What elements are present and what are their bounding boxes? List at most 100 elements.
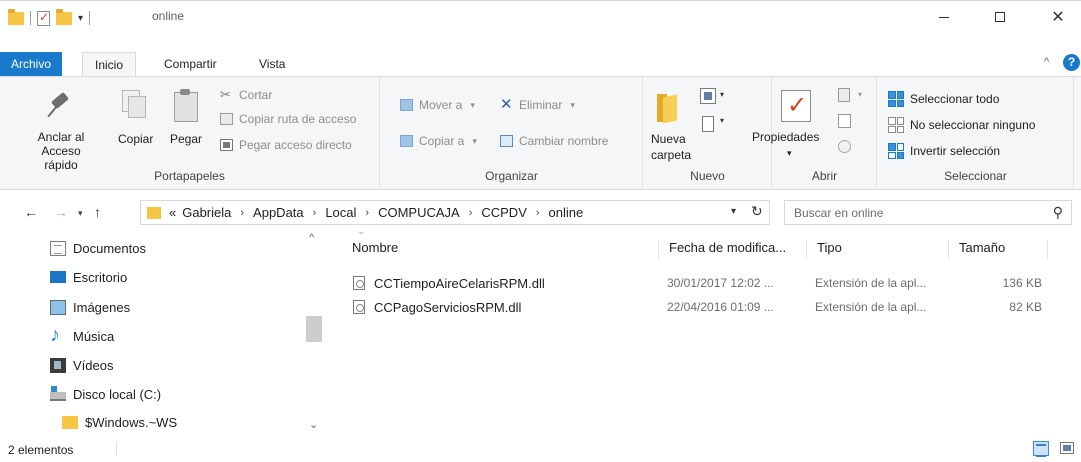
- select-none-button[interactable]: No seleccionar ninguno: [888, 116, 1035, 134]
- large-icons-view-icon[interactable]: [1060, 442, 1074, 454]
- ribbon-collapse-icon[interactable]: ^: [1044, 56, 1049, 68]
- documents-icon: [50, 240, 66, 256]
- pictures-icon: [50, 299, 66, 315]
- ribbon-tabs: Archivo Inicio Compartir Vista: [0, 52, 1081, 77]
- address-history-chevron-icon[interactable]: ▾: [731, 206, 736, 217]
- breadcrumb-item[interactable]: Gabriela: [182, 205, 231, 220]
- breadcrumb-item[interactable]: AppData: [253, 205, 304, 220]
- close-button[interactable]: ✕: [1035, 1, 1081, 33]
- edit-icon[interactable]: [838, 114, 851, 128]
- select-all-button[interactable]: Seleccionar todo: [888, 90, 999, 108]
- cut-button[interactable]: ✂ Cortar: [220, 86, 272, 104]
- scroll-up-icon[interactable]: ^: [309, 232, 314, 244]
- paste-shortcut-button[interactable]: Pegar acceso directo: [220, 136, 352, 154]
- up-arrow-icon[interactable]: ↑: [94, 204, 101, 220]
- address-bar[interactable]: « Gabriela › AppData › Local › COMPUCAJA…: [140, 200, 770, 225]
- nav-item-musica[interactable]: Música: [50, 324, 114, 348]
- search-box[interactable]: Buscar en online ⚲: [784, 200, 1072, 225]
- breadcrumb-separator[interactable]: ›: [469, 207, 473, 219]
- breadcrumb-item[interactable]: Local: [325, 205, 356, 220]
- table-row[interactable]: CCPagoServiciosRPM.dll 22/04/2016 01:09 …: [350, 297, 1050, 319]
- invert-selection-icon: [888, 143, 904, 159]
- breadcrumb-separator[interactable]: ›: [365, 207, 369, 219]
- move-to-button[interactable]: Mover a ▾: [400, 96, 475, 114]
- recent-locations-chevron-icon[interactable]: ▾: [78, 208, 83, 219]
- copy-to-icon: [400, 135, 413, 147]
- invert-selection-button[interactable]: Invertir selección: [888, 142, 1000, 160]
- file-size: 136 KB: [1002, 276, 1042, 290]
- nav-item-imagenes[interactable]: Imágenes: [50, 295, 130, 319]
- chevron-down-icon[interactable]: ▾: [858, 90, 862, 99]
- nav-pane-scrollbar[interactable]: ^ ⌄: [305, 232, 322, 436]
- paste-icon[interactable]: [172, 88, 198, 122]
- pin-quick-access-button[interactable]: Anclar al Acceso rápido: [24, 130, 98, 172]
- tab-inicio[interactable]: Inicio: [82, 52, 137, 77]
- column-header-name[interactable]: Nombre: [342, 240, 398, 260]
- invert-selection-label: Invertir selección: [910, 144, 1001, 158]
- help-icon[interactable]: ?: [1063, 54, 1080, 71]
- refresh-icon[interactable]: ↻: [751, 203, 763, 220]
- tab-vista[interactable]: Vista: [247, 52, 297, 76]
- easy-access-icon[interactable]: [702, 116, 714, 132]
- search-icon[interactable]: ⚲: [1053, 204, 1063, 221]
- nav-item-videos[interactable]: Vídeos: [50, 353, 113, 377]
- tab-archivo[interactable]: Archivo: [0, 52, 62, 76]
- group-label-nuevo: Nuevo: [690, 169, 725, 183]
- column-header-date[interactable]: Fecha de modifica...: [658, 240, 806, 260]
- copy-path-button[interactable]: Copiar ruta de acceso: [220, 110, 356, 128]
- dll-file-icon: [353, 300, 365, 314]
- new-folder-icon[interactable]: [56, 8, 72, 25]
- delete-button[interactable]: ✕ Eliminar ▾: [500, 96, 575, 114]
- nav-item-label: Disco local (C:): [73, 386, 162, 402]
- nav-item-escritorio[interactable]: Escritorio: [50, 265, 127, 289]
- breadcrumb-separator[interactable]: ›: [240, 207, 244, 219]
- minimize-button[interactable]: [921, 1, 967, 33]
- column-header-size[interactable]: Tamaño: [948, 240, 1048, 260]
- pin-label-line2: Acceso rápido: [41, 144, 81, 172]
- breadcrumb-item[interactable]: online: [549, 205, 584, 220]
- new-folder-label-line1: Nueva: [651, 132, 686, 146]
- properties-icon[interactable]: [781, 90, 811, 122]
- history-icon[interactable]: [838, 140, 851, 153]
- file-list: [340, 232, 1081, 436]
- new-folder-icon[interactable]: [657, 92, 683, 122]
- delete-icon: ✕: [500, 96, 513, 113]
- back-arrow-icon[interactable]: ←: [24, 204, 38, 220]
- nav-item-disco-local[interactable]: Disco local (C:): [50, 382, 161, 406]
- breadcrumb-item[interactable]: COMPUCAJA: [378, 205, 460, 220]
- properties-button[interactable]: Propiedades: [752, 130, 819, 144]
- maximize-button[interactable]: [977, 1, 1023, 33]
- column-header-type[interactable]: Tipo: [806, 240, 948, 260]
- rename-button[interactable]: Cambiar nombre: [500, 132, 608, 150]
- table-row[interactable]: CCTiempoAireCelarisRPM.dll 30/01/2017 12…: [350, 273, 1050, 295]
- chevron-down-icon[interactable]: ▾: [787, 148, 792, 159]
- nav-item-windows-ws[interactable]: $Windows.~WS: [62, 410, 177, 434]
- breadcrumb-separator[interactable]: ›: [536, 207, 540, 219]
- scrollbar-thumb[interactable]: [306, 316, 322, 342]
- copy-icon[interactable]: [122, 90, 148, 120]
- quick-access-toolbar: ▾: [8, 8, 91, 27]
- properties-icon[interactable]: [37, 10, 50, 26]
- details-view-icon[interactable]: [1033, 441, 1049, 457]
- move-to-label: Mover a: [419, 98, 463, 112]
- pin-icon[interactable]: [48, 92, 74, 120]
- copy-to-button[interactable]: Copiar a ▾: [400, 132, 477, 150]
- breadcrumb-overflow[interactable]: «: [169, 205, 176, 220]
- breadcrumb-item[interactable]: CCPDV: [481, 205, 527, 220]
- copy-button[interactable]: Copiar: [118, 132, 153, 146]
- scroll-down-icon[interactable]: ⌄: [309, 418, 318, 431]
- open-icon[interactable]: [838, 88, 850, 102]
- new-item-icon[interactable]: [700, 88, 716, 104]
- tab-compartir[interactable]: Compartir: [152, 52, 229, 76]
- customize-toolbar-dropdown[interactable]: ▾: [78, 13, 83, 24]
- copy-to-label: Copiar a: [419, 134, 465, 148]
- chevron-down-icon[interactable]: ▾: [720, 116, 724, 125]
- nav-item-documentos[interactable]: Documentos: [50, 236, 146, 260]
- chevron-down-icon[interactable]: ▾: [720, 90, 724, 99]
- paste-button[interactable]: Pegar: [170, 132, 202, 146]
- group-label-seleccionar: Seleccionar: [944, 169, 1007, 183]
- breadcrumb-separator[interactable]: ›: [313, 207, 317, 219]
- forward-arrow-icon[interactable]: →: [54, 204, 68, 220]
- nav-item-label: Música: [73, 328, 115, 344]
- new-folder-button[interactable]: Nueva carpeta: [651, 131, 691, 163]
